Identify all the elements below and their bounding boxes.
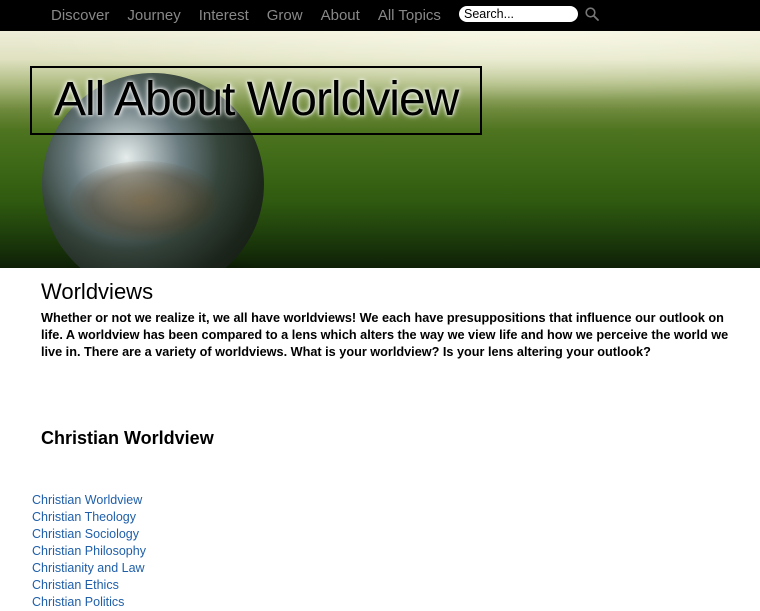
link-christian-theology[interactable]: Christian Theology: [32, 509, 146, 526]
link-christian-philosophy[interactable]: Christian Philosophy: [32, 543, 146, 560]
top-navigation-bar: Discover Journey Interest Grow About All…: [0, 0, 760, 31]
link-christian-politics[interactable]: Christian Politics: [32, 594, 146, 611]
search-bar: [459, 6, 600, 22]
link-christian-worldview[interactable]: Christian Worldview: [32, 492, 146, 509]
page-title: Worldviews: [41, 279, 154, 304]
link-christianity-and-law[interactable]: Christianity and Law: [32, 560, 146, 577]
hero-banner: All About Worldview: [0, 31, 760, 268]
nav-item-all-topics[interactable]: All Topics: [378, 7, 441, 24]
main-content: Worldviews Whether or not we realize it,…: [41, 278, 731, 361]
nav-item-grow[interactable]: Grow: [267, 7, 303, 24]
topic-link-list: Christian Worldview Christian Theology C…: [32, 492, 146, 611]
search-input[interactable]: [459, 6, 578, 22]
link-christian-sociology[interactable]: Christian Sociology: [32, 526, 146, 543]
globe-continent: [70, 161, 220, 241]
link-christian-ethics[interactable]: Christian Ethics: [32, 577, 146, 594]
magnifier-icon[interactable]: [584, 6, 600, 22]
nav-item-interest[interactable]: Interest: [199, 7, 249, 24]
site-title-box[interactable]: All About Worldview: [30, 66, 482, 135]
nav-item-journey[interactable]: Journey: [127, 7, 180, 24]
nav-item-about[interactable]: About: [321, 7, 360, 24]
site-title[interactable]: All About Worldview: [54, 72, 459, 128]
nav-item-discover[interactable]: Discover: [51, 7, 109, 24]
section-heading: Christian Worldview: [41, 428, 214, 448]
nav-menu: Discover Journey Interest Grow About All…: [42, 0, 450, 31]
intro-paragraph: Whether or not we realize it, we all hav…: [41, 311, 729, 359]
